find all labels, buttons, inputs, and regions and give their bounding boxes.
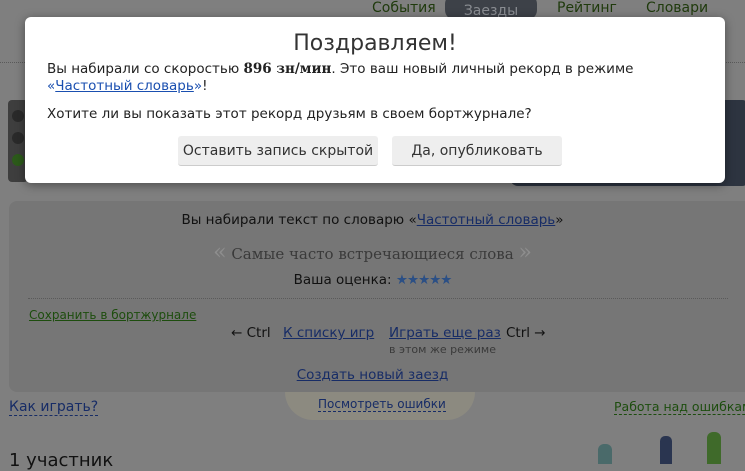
dialog-question: Хотите ли вы показать этот рекорд друзья…: [47, 106, 532, 122]
avatar: [598, 444, 612, 464]
result-panel: [9, 201, 745, 392]
nav-events[interactable]: События: [372, 0, 436, 16]
record-dialog: Поздравляем! Вы набирали со скоростью 89…: [25, 17, 725, 183]
rating-stars[interactable]: ★★★★★: [396, 272, 453, 288]
ctrl-left-hint: ← Ctrl: [231, 325, 271, 341]
description-text: Самые часто встречающиеся слова: [231, 245, 514, 263]
dictionary-line: Вы набирали текст по словарю «Частотный …: [0, 212, 745, 228]
dict-suffix: »: [555, 212, 564, 228]
how-to-play-link[interactable]: Как играть?: [9, 399, 99, 416]
dialog-message: Вы набирали со скоростью 896 зн/мин. Это…: [47, 61, 703, 95]
divider: [28, 298, 728, 299]
mode-close: »: [193, 78, 203, 94]
rating-row: Ваша оценка: ★★★★★: [0, 272, 745, 288]
speed-prefix: Вы набирали со скоростью: [47, 61, 244, 77]
to-list-link[interactable]: К списку игр: [283, 325, 374, 341]
view-errors-link[interactable]: Посмотреть ошибки: [318, 397, 446, 412]
ctrl-right-hint: Ctrl →: [506, 325, 546, 341]
participants-count: 1 участник: [9, 450, 114, 471]
dict-prefix: Вы набирали текст по словарю «: [181, 212, 417, 228]
same-mode-note: в этом же режиме: [389, 343, 496, 356]
rating-label: Ваша оценка:: [293, 272, 392, 288]
speed-value: 896 зн/мин: [243, 61, 332, 77]
dictionary-description: « Самые часто встречающиеся слова »: [213, 240, 532, 265]
mode-link[interactable]: Частотный словарь: [55, 78, 194, 94]
nav-rating[interactable]: Рейтинг: [557, 0, 617, 16]
error-work-link[interactable]: Работа над ошибками: [614, 399, 745, 415]
save-to-log-link[interactable]: Сохранить в бортжурнале: [29, 308, 196, 322]
keep-hidden-button[interactable]: Оставить запись скрытой: [178, 136, 378, 166]
avatar: [707, 432, 721, 464]
nav-dictionaries[interactable]: Словари: [646, 0, 708, 16]
play-again-link[interactable]: Играть еще раз: [389, 325, 501, 341]
create-race-link[interactable]: Создать новый заезд: [297, 367, 449, 383]
excl: !: [202, 78, 208, 94]
avatar: [660, 436, 672, 464]
dictionary-link[interactable]: Частотный словарь: [417, 212, 556, 228]
dialog-title: Поздравляем!: [293, 31, 457, 56]
speed-suffix: . Это ваш новый личный рекорд в режиме: [331, 61, 634, 77]
publish-button[interactable]: Да, опубликовать: [392, 136, 562, 166]
